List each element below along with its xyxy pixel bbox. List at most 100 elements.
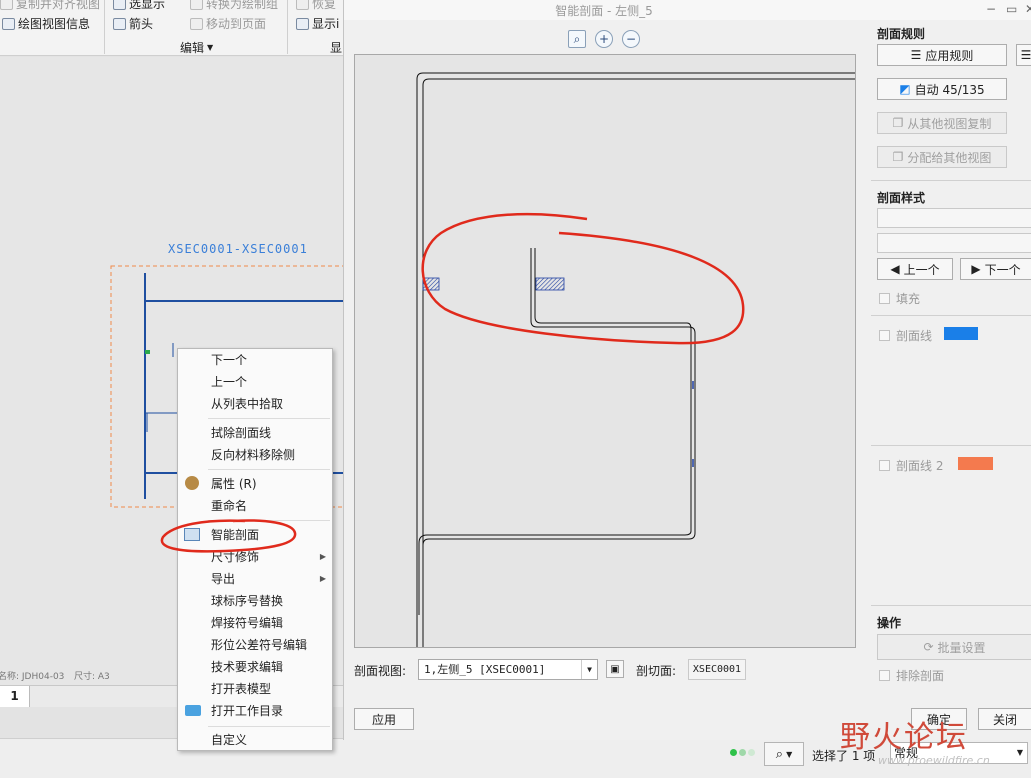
checkbox-icon — [879, 330, 890, 341]
hatch1-color-swatch[interactable] — [944, 327, 978, 340]
arrow-icon — [113, 17, 126, 30]
chevron-right-icon: ▶ — [319, 574, 326, 583]
smart-section-dialog: 智能剖面 - 左侧_5 − ▭ ✕ ⌕ + − 剖面规则 ☰ 应用规则 ☰ ◩ … — [343, 0, 1031, 740]
menu-item-pick-from-list[interactable]: 从列表中拾取 — [178, 393, 332, 415]
chevron-right-icon: ▶ — [319, 552, 326, 561]
hatch1-checkbox[interactable]: 剖面线 — [879, 327, 932, 344]
section-view-label: 剖面视图: — [354, 664, 407, 678]
section-view-label: XSEC0001-XSEC0001 — [168, 242, 308, 256]
fill-checkbox[interactable]: 填充 — [879, 290, 920, 307]
zoom-fit-icon[interactable]: ⌕ — [568, 30, 586, 48]
checkbox-icon — [879, 293, 890, 304]
checkbox-icon — [879, 460, 890, 471]
drawing-size-info: 尺寸: A3 — [74, 672, 110, 682]
next-button[interactable]: ▶ 下一个 — [960, 258, 1031, 280]
find-button[interactable]: ⌕ ▼ — [764, 742, 804, 766]
menu-item-weld-symbol-edit[interactable]: 焊接符号编辑 — [178, 612, 332, 634]
auto-hatch-icon: ◩ — [899, 82, 911, 96]
display-icon — [296, 17, 309, 30]
close-button[interactable]: 关闭 — [978, 708, 1031, 730]
cut-plane-field: XSEC0001 — [688, 659, 746, 680]
view-preview-button[interactable]: ▣ — [606, 660, 624, 678]
auto-45-135-button[interactable]: ◩ 自动 45/135 — [877, 78, 1007, 100]
menu-item-rename[interactable]: 重命名 — [178, 495, 332, 517]
sheet-tab[interactable]: 1 — [0, 686, 30, 707]
chevron-down-icon: ▼ — [1016, 748, 1023, 757]
arrow-right-icon: ▶ — [971, 262, 981, 276]
operations-section-header: 操作 — [877, 616, 902, 630]
prev-button[interactable]: ◀ 上一个 — [877, 258, 953, 280]
apply-rules-button[interactable]: ☰ 应用规则 — [877, 44, 1007, 66]
arrow-button[interactable]: 箭头 — [113, 15, 153, 32]
rules-icon: ☰ — [1020, 48, 1031, 62]
show-icon — [113, 0, 126, 10]
edit-group-label[interactable]: 编辑 ▼ — [180, 39, 213, 56]
status-lights-icon[interactable] — [730, 749, 755, 756]
maximize-icon[interactable]: ▭ — [1006, 2, 1017, 16]
chevron-down-icon: ▼ — [581, 660, 597, 679]
batch-settings-button[interactable]: ⟳ 批量设置 — [877, 634, 1031, 660]
assign-icon: ❐ — [892, 150, 904, 164]
arrow-left-icon: ◀ — [890, 262, 900, 276]
menu-item-tech-requirements[interactable]: 技术要求编辑 — [178, 656, 332, 678]
view-info-button[interactable]: 绘图视图信息 — [2, 15, 90, 32]
apply-button[interactable]: 应用 — [354, 708, 414, 730]
hatch2-color-swatch[interactable] — [958, 457, 993, 470]
display-group-label: 显 — [330, 41, 343, 55]
section-preview-canvas[interactable] — [354, 54, 856, 648]
show-button[interactable]: 选显示 — [113, 0, 165, 12]
menu-item-export[interactable]: 导出 ▶ — [178, 568, 332, 590]
zoom-out-icon[interactable]: − — [622, 30, 640, 48]
annotation-circle — [160, 519, 297, 553]
preview-icon: ▣ — [610, 663, 620, 675]
copy-icon — [0, 0, 13, 10]
binoculars-icon: ⌕ — [775, 746, 784, 762]
restore-button[interactable]: 恢复 — [296, 0, 336, 12]
zoom-in-icon[interactable]: + — [595, 30, 613, 48]
dialog-titlebar[interactable]: 智能剖面 - 左侧_5 − ▭ ✕ — [344, 0, 1031, 20]
rules-section-header: 剖面规则 — [877, 27, 926, 41]
close-icon[interactable]: ✕ — [1025, 2, 1031, 16]
chevron-down-icon: ▼ — [207, 43, 214, 52]
convert-button[interactable]: 转换为绘制组 — [190, 0, 278, 12]
convert-icon — [190, 0, 203, 10]
rules-icon: ☰ — [910, 48, 922, 62]
drawing-name-info: 名称: JDH04-03 — [0, 672, 65, 682]
cut-plane-label: 剖切面: — [636, 664, 677, 678]
style-section-header: 剖面样式 — [877, 191, 926, 205]
restore-icon — [296, 0, 309, 10]
checkbox-icon — [879, 670, 890, 681]
copy-view-button[interactable]: 复制并对齐视图 — [0, 0, 100, 12]
view-info-icon — [2, 17, 15, 30]
menu-item-properties[interactable]: 属性 (R) — [178, 473, 332, 495]
menu-item-erase-hatch[interactable]: 拭除剖面线 — [178, 422, 332, 444]
hatch2-checkbox[interactable]: 剖面线 2 — [879, 457, 943, 474]
menu-item-flip-material-side[interactable]: 反向材料移除侧 — [178, 444, 332, 466]
refresh-icon: ⟳ — [923, 640, 934, 654]
copy-from-other-view-button[interactable]: ❐ 从其他视图复制 — [877, 112, 1007, 134]
chevron-down-icon: ▼ — [786, 749, 793, 759]
menu-item-open-table-model[interactable]: 打开表模型 — [178, 678, 332, 700]
move-to-page-button[interactable]: 移动到页面 — [190, 15, 266, 32]
menu-item-next[interactable]: 下一个 — [178, 349, 332, 371]
section-view-select[interactable]: 1,左侧_5 [XSEC0001] ▼ — [418, 659, 598, 680]
menu-item-open-working-dir[interactable]: 打开工作目录 — [178, 700, 332, 722]
display-button[interactable]: 显示i — [296, 15, 339, 32]
exclude-section-checkbox[interactable]: 排除剖面 — [879, 667, 944, 684]
menu-item-gtol-edit[interactable]: 形位公差符号编辑 — [178, 634, 332, 656]
watermark-logo: 野火论坛 — [840, 720, 968, 755]
style-field-1[interactable] — [877, 208, 1031, 228]
menu-item-balloon-replace[interactable]: 球标序号替换 — [178, 590, 332, 612]
watermark-url: www.proewildfire.cn — [878, 754, 990, 767]
ribbon: 复制并对齐视图 绘图视图信息 选显示 箭头 转换为绘制组 移动到页面 编辑 ▼ 恢… — [0, 0, 345, 56]
move-icon — [190, 17, 203, 30]
dialog-title: 智能剖面 - 左侧_5 — [555, 4, 653, 18]
assign-to-other-views-button[interactable]: ❐ 分配给其他视图 — [877, 146, 1007, 168]
rules-settings-button[interactable]: ☰ — [1016, 44, 1031, 66]
menu-item-customize[interactable]: 自定义 — [178, 729, 332, 751]
minimize-icon[interactable]: − — [986, 2, 996, 16]
copy-icon: ❐ — [892, 116, 904, 130]
style-field-2[interactable] — [877, 233, 1031, 253]
section-preview-graphic — [416, 72, 855, 647]
menu-item-previous[interactable]: 上一个 — [178, 371, 332, 393]
